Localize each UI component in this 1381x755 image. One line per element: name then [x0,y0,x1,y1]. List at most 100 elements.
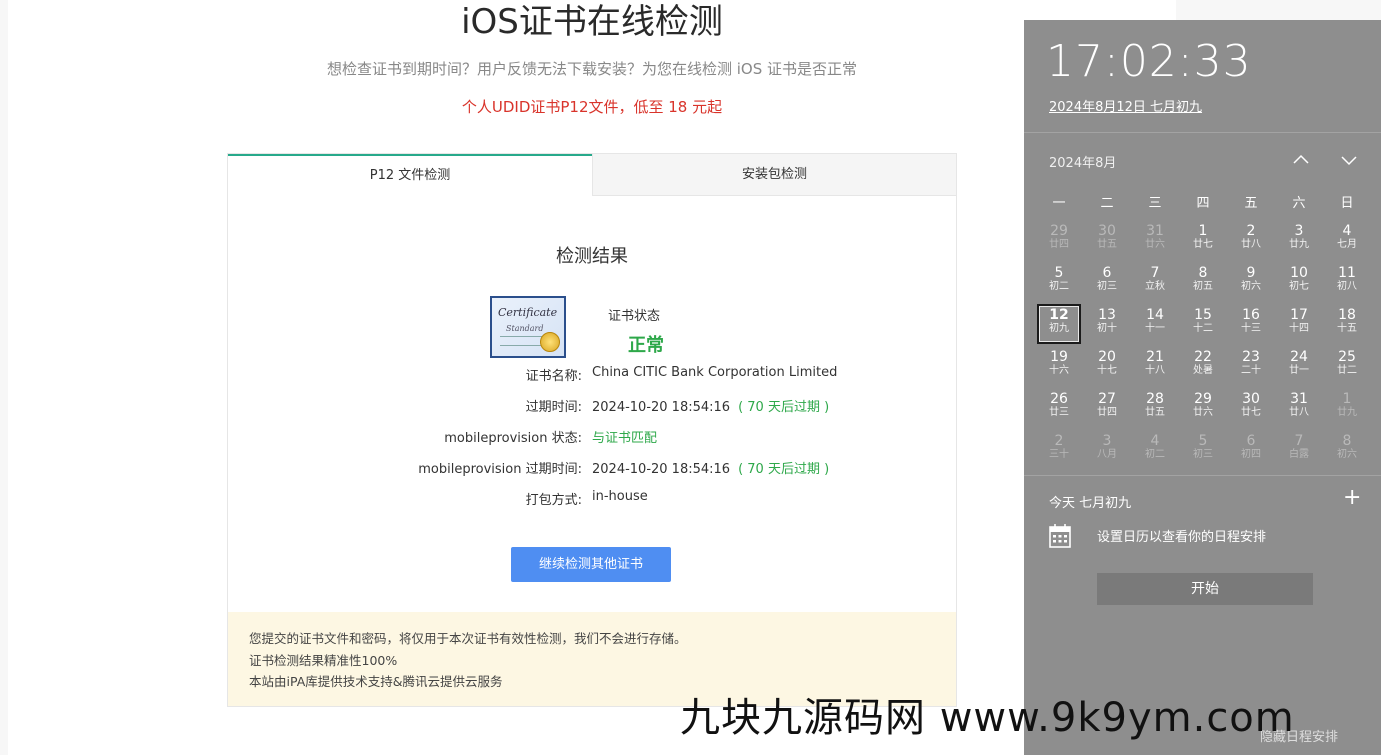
calendar-day[interactable]: 3 八月 [1085,430,1129,470]
lunar-label: 廿四 [1049,239,1069,250]
calendar-day[interactable]: 31 廿八 [1277,388,1321,428]
calendar-day[interactable]: 11 初八 [1325,262,1369,302]
calendar-day[interactable]: 20 十七 [1085,346,1129,386]
calendar-day[interactable]: 29 廿六 [1181,388,1225,428]
calendar-day[interactable]: 13 初十 [1085,304,1129,344]
calendar-day[interactable]: 22 处暑 [1181,346,1225,386]
chevron-down-icon[interactable] [1337,148,1361,172]
lunar-label: 十六 [1049,365,1069,376]
lunar-label: 廿六 [1145,239,1165,250]
calendar-day[interactable]: 6 初三 [1085,262,1129,302]
info-row-mp-status: mobileprovision 状态: 与证书匹配 [228,427,956,447]
calendar-day[interactable]: 23 二十 [1229,346,1273,386]
calendar-day[interactable]: 3 廿九 [1277,220,1321,260]
watermark-text: 九块九源码网 www.9k9ym.com [680,695,1295,741]
calendar-day[interactable]: 5 初三 [1181,430,1225,470]
info-key: mobileprovision 状态: [444,431,582,446]
lunar-label: 十八 [1145,365,1165,376]
lunar-label: 初六 [1241,281,1261,292]
weekday-label: 一 [1052,196,1066,211]
day-number: 28 [1146,391,1164,407]
lunar-label: 初七 [1289,281,1309,292]
plus-icon[interactable]: + [1343,486,1361,510]
lunar-label: 廿四 [1097,407,1117,418]
calendar-day[interactable]: 8 初五 [1181,262,1225,302]
calendar-day[interactable]: 1 廿七 [1181,220,1225,260]
calendar-day[interactable]: 7 白露 [1277,430,1321,470]
day-number: 6 [1246,433,1256,449]
calendar-day[interactable]: 14 十一 [1133,304,1177,344]
calendar-day[interactable]: 7 立秋 [1133,262,1177,302]
calendar-day[interactable]: 2 廿八 [1229,220,1273,260]
calendar-day[interactable]: 6 初四 [1229,430,1273,470]
day-number: 31 [1146,223,1164,239]
calendar-day[interactable]: 5 初二 [1037,262,1081,302]
calendar-day[interactable]: 2 三十 [1037,430,1081,470]
calendar-day[interactable]: 15 十二 [1181,304,1225,344]
chevron-up-icon[interactable] [1289,148,1313,172]
calendar-day[interactable]: 24 廿一 [1277,346,1321,386]
start-button[interactable]: 开始 [1097,573,1313,605]
info-row-expiry: 过期时间: 2024-10-20 18:54:16 ( 70 天后过期 ) [228,396,956,416]
certificate-image: Certificate Standard [490,296,566,358]
lunar-label: 处暑 [1193,365,1213,376]
lunar-label: 初四 [1241,449,1261,460]
lunar-label: 初二 [1145,449,1165,460]
weekday-label: 二 [1100,196,1114,211]
info-value: 2024-10-20 18:54:16 ( 70 天后过期 ) [592,396,829,415]
mp-status-value: 与证书匹配 [592,431,658,446]
day-number: 7 [1150,265,1160,281]
lunar-label: 十二 [1193,323,1213,334]
calendar-day[interactable]: 17 十四 [1277,304,1321,344]
lunar-label: 廿七 [1241,407,1261,418]
calendar-day[interactable]: 8 初六 [1325,430,1369,470]
calendar-day[interactable]: 26 廿三 [1037,388,1081,428]
calendar-day[interactable]: 10 初七 [1277,262,1321,302]
info-key: 过期时间: [525,400,582,415]
date-link[interactable]: 2024年8月12日 七月初九 [1049,96,1202,115]
calendar-day[interactable]: 4 初二 [1133,430,1177,470]
tab-package-check[interactable]: 安装包检测 [592,154,956,196]
calendar-day[interactable]: 25 廿二 [1325,346,1369,386]
calendar-day[interactable]: 21 十八 [1133,346,1177,386]
lunar-label: 廿三 [1049,407,1069,418]
promo-link[interactable]: 个人UDID证书P12文件，低至 18 元起 [0,96,1184,117]
package-type-value: in-house [592,489,648,504]
lunar-label: 廿一 [1289,365,1309,376]
calendar-day[interactable]: 4 七月 [1325,220,1369,260]
calendar-day[interactable]: 19 十六 [1037,346,1081,386]
divider [1024,475,1381,476]
cert-name-value: China CITIC Bank Corporation Limited [592,365,838,380]
day-number: 23 [1242,349,1260,365]
calendar-day[interactable]: 30 廿五 [1085,220,1129,260]
tab-p12-check[interactable]: P12 文件检测 [228,154,592,198]
weekday-label: 日 [1340,196,1354,211]
calendar-day[interactable]: 28 廿五 [1133,388,1177,428]
month-label[interactable]: 2024年8月 [1049,152,1116,171]
info-key: mobileprovision 过期时间: [418,462,582,477]
day-number: 8 [1342,433,1352,449]
calendar-day[interactable]: 30 廿七 [1229,388,1273,428]
mp-expiry-note: ( 70 天后过期 ) [738,462,830,477]
certificate-image-title: Certificate [498,306,558,319]
check-another-button[interactable]: 继续检测其他证书 [511,547,671,582]
day-number: 14 [1146,307,1164,323]
info-row-package-type: 打包方式: in-house [228,489,956,509]
certificate-image-subtitle: Standard [506,324,544,333]
info-row-mp-expiry: mobileprovision 过期时间: 2024-10-20 18:54:1… [228,458,956,478]
calendar-day[interactable]: 31 廿六 [1133,220,1177,260]
info-row-cert-name: 证书名称: China CITIC Bank Corporation Limit… [228,365,956,385]
calendar-day[interactable]: 16 十三 [1229,304,1273,344]
day-number: 15 [1194,307,1212,323]
calendar-day[interactable]: 18 十五 [1325,304,1369,344]
calendar-day-today[interactable]: 12 初九 [1037,304,1081,344]
calendar-day[interactable]: 9 初六 [1229,262,1273,302]
day-number: 20 [1098,349,1116,365]
calendar-day[interactable]: 1 廿九 [1325,388,1369,428]
day-number: 30 [1242,391,1260,407]
day-number: 22 [1194,349,1212,365]
calendar-day[interactable]: 29 廿四 [1037,220,1081,260]
lunar-label: 初十 [1097,323,1117,334]
calendar-day[interactable]: 27 廿四 [1085,388,1129,428]
info-value: China CITIC Bank Corporation Limited [592,365,837,380]
